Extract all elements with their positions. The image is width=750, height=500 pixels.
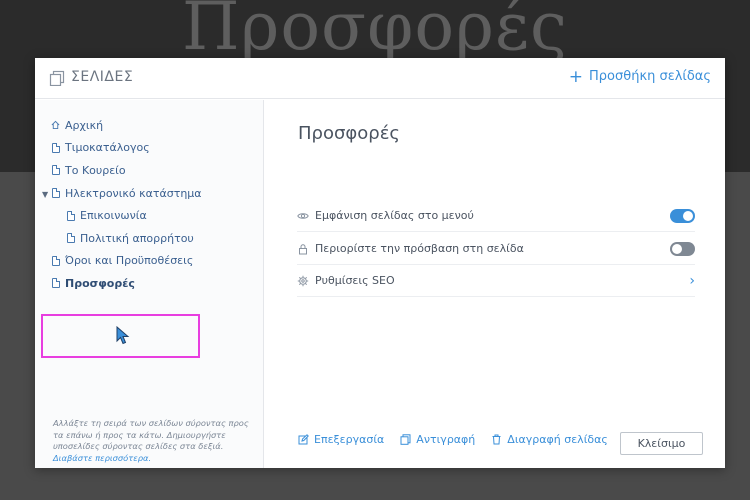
show-in-menu-toggle[interactable] bbox=[670, 208, 695, 223]
page-settings-panel: Προσφορές Εμφάνιση σελίδας στο μενού Περ… bbox=[265, 100, 725, 468]
page-icon bbox=[66, 210, 75, 221]
trash-icon bbox=[492, 434, 501, 445]
home-icon bbox=[51, 120, 60, 131]
plus-icon: + bbox=[568, 66, 584, 87]
duplicate-label: Αντιγραφή bbox=[416, 433, 476, 446]
edit-icon bbox=[298, 434, 309, 445]
page-item-label: Όροι και Προϋποθέσεις bbox=[65, 254, 194, 268]
duplicate-page-button[interactable]: Αντιγραφή bbox=[400, 433, 475, 446]
page-item-eshop[interactable]: ▼ Ηλεκτρονικό κατάστημα bbox=[35, 182, 264, 205]
duplicate-icon bbox=[400, 434, 411, 445]
page-icon bbox=[51, 165, 60, 176]
toggle-knob bbox=[672, 243, 682, 254]
help-text: Αλλάξτε τη σειρά των σελίδων σύροντας πρ… bbox=[53, 418, 249, 451]
setting-restrict-access: Περιορίστε την πρόσβαση στη σελίδα bbox=[297, 233, 695, 265]
chevron-right-icon: › bbox=[689, 272, 695, 289]
page-actions: Επεξεργασία Αντιγραφή Διαγραφή σελίδας bbox=[298, 433, 624, 446]
close-button[interactable]: Κλείσιμο bbox=[620, 432, 703, 455]
eye-icon bbox=[297, 210, 309, 222]
setting-label: Εμφάνιση σελίδας στο μενού bbox=[315, 209, 474, 222]
expand-caret-icon[interactable]: ▼ bbox=[42, 190, 48, 199]
page-icon bbox=[51, 255, 60, 266]
page-item-label: Τιμοκατάλογος bbox=[65, 141, 150, 155]
toggle-knob bbox=[683, 210, 693, 221]
edit-page-button[interactable]: Επεξεργασία bbox=[298, 433, 384, 446]
page-item-label: Ηλεκτρονικό κατάστημα bbox=[65, 186, 202, 200]
edit-label: Επεξεργασία bbox=[314, 433, 385, 446]
page-icon bbox=[51, 188, 60, 199]
dialog-header: ΣΕΛΙΔΕΣ + Προσθήκη σελίδας bbox=[35, 58, 725, 99]
read-more-link[interactable]: Διαβάστε περισσότερα. bbox=[53, 453, 151, 463]
page-item-offers[interactable]: Προσφορές bbox=[35, 272, 264, 295]
add-page-label: Προσθήκη σελίδας bbox=[589, 69, 711, 84]
page-icon bbox=[51, 142, 60, 153]
page-item-contact[interactable]: Επικοινωνία bbox=[35, 204, 264, 227]
page-item-label: Πολιτική απορρήτου bbox=[80, 231, 194, 245]
setting-show-in-menu: Εμφάνιση σελίδας στο μενού bbox=[297, 200, 695, 232]
pages-tree: Αρχική Τιμοκατάλογος Το Κουρείο ▼ Ηλεκτρ… bbox=[35, 114, 264, 295]
pages-sidebar: Αρχική Τιμοκατάλογος Το Κουρείο ▼ Ηλεκτρ… bbox=[35, 100, 264, 468]
setting-label: Ρυθμίσεις SEO bbox=[315, 274, 395, 287]
delete-page-button[interactable]: Διαγραφή σελίδας bbox=[491, 433, 608, 446]
page-item-home[interactable]: Αρχική bbox=[35, 114, 264, 137]
page-item-label: Επικοινωνία bbox=[80, 209, 147, 223]
page-item-pricelist[interactable]: Τιμοκατάλογος bbox=[35, 137, 264, 160]
mouse-cursor-icon bbox=[116, 326, 130, 345]
pages-icon bbox=[49, 70, 65, 86]
setting-label: Περιορίστε την πρόσβαση στη σελίδα bbox=[315, 242, 524, 255]
add-page-button[interactable]: + Προσθήκη σελίδας bbox=[568, 66, 711, 87]
restrict-access-toggle[interactable] bbox=[670, 241, 695, 256]
page-title: Προσφορές bbox=[298, 123, 400, 144]
pages-dialog: ΣΕΛΙΔΕΣ + Προσθήκη σελίδας Αρχική Τιμοκα… bbox=[35, 58, 725, 468]
page-icon bbox=[66, 233, 75, 244]
delete-label: Διαγραφή σελίδας bbox=[507, 433, 608, 446]
lock-icon bbox=[297, 243, 309, 255]
gear-icon bbox=[297, 275, 309, 287]
page-item-barbershop[interactable]: Το Κουρείο bbox=[35, 159, 264, 182]
background-hero-title: Προσφορές bbox=[181, 0, 569, 65]
page-item-label: Το Κουρείο bbox=[65, 163, 126, 177]
page-icon bbox=[51, 278, 60, 289]
setting-seo[interactable]: Ρυθμίσεις SEO › bbox=[297, 265, 695, 297]
page-item-terms[interactable]: Όροι και Προϋποθέσεις bbox=[35, 250, 264, 273]
page-item-privacy[interactable]: Πολιτική απορρήτου bbox=[35, 227, 264, 250]
page-item-label: Αρχική bbox=[65, 118, 104, 132]
dialog-title: ΣΕΛΙΔΕΣ bbox=[71, 69, 134, 85]
page-item-label: Προσφορές bbox=[65, 276, 135, 290]
reorder-help-text: Αλλάξτε τη σειρά των σελίδων σύροντας πρ… bbox=[53, 418, 258, 464]
